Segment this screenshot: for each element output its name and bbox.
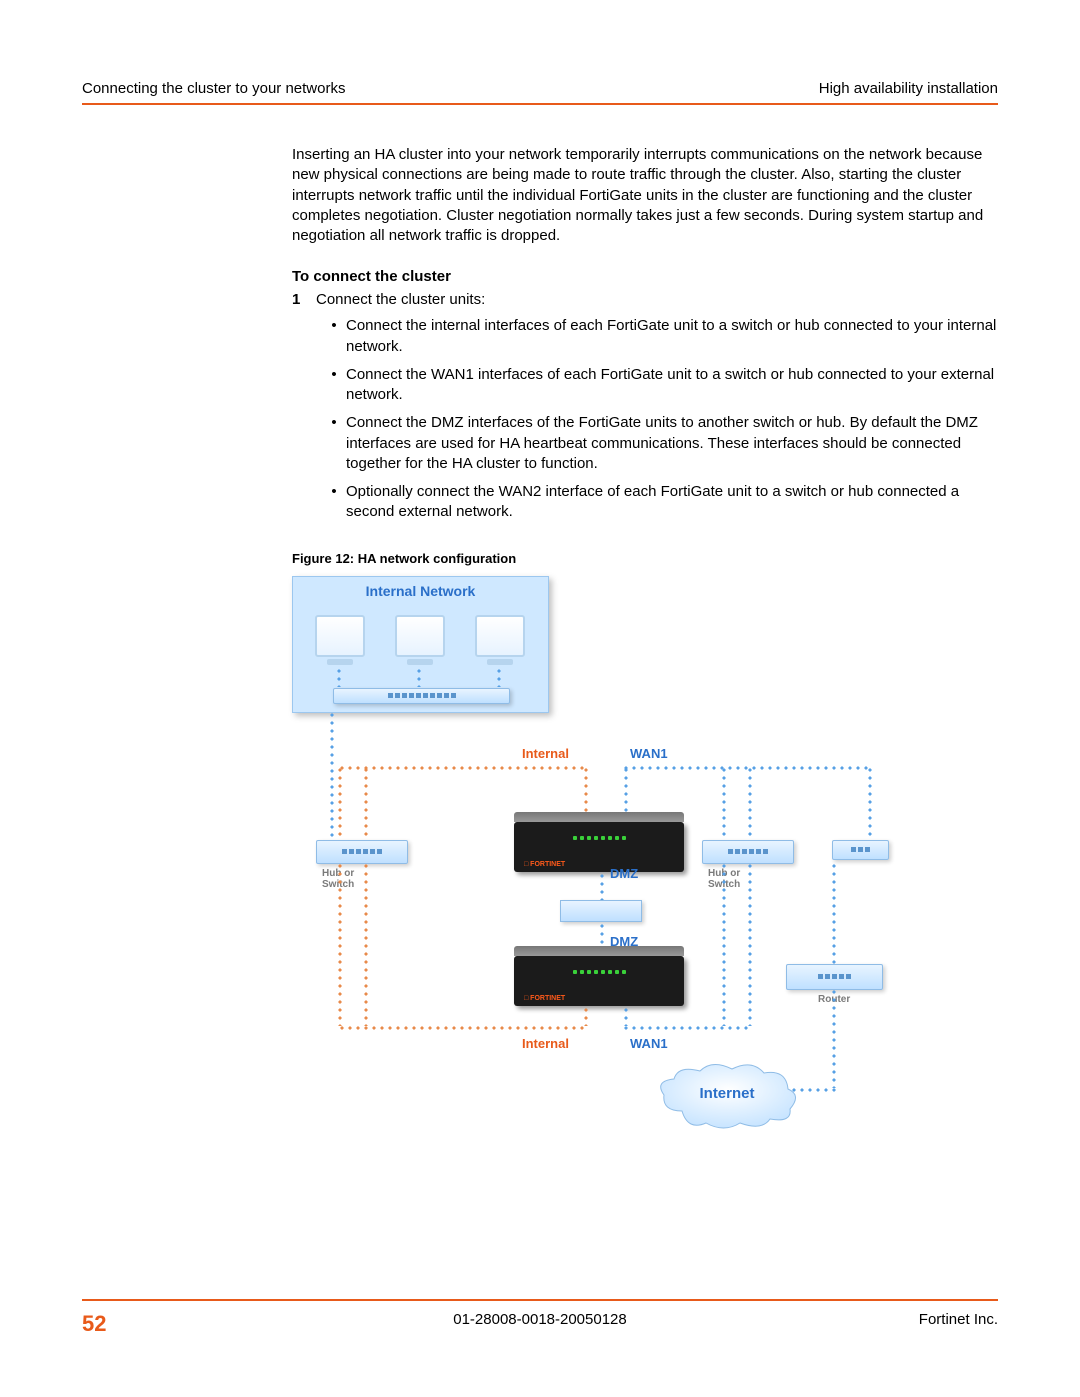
workstation-icon: [395, 615, 445, 657]
conn-line: [364, 766, 368, 842]
conn-line: [748, 766, 752, 842]
conn-line: [832, 988, 836, 1088]
step-text: Connect the cluster units:: [316, 291, 485, 308]
conn-line: [622, 1026, 752, 1030]
workstation-icon: [475, 615, 525, 657]
conn-line: [584, 1006, 588, 1026]
fortigate-unit-bottom: □ FORTINET: [514, 956, 684, 1006]
label-internal-bottom: Internal: [522, 1036, 569, 1051]
bullet-dot: •: [322, 365, 346, 385]
workstation-icon: [315, 615, 365, 657]
conn-line: [722, 862, 726, 1026]
bullet-dot: •: [322, 316, 346, 336]
label-internal-top: Internal: [522, 746, 569, 761]
hub-right-icon: [702, 840, 794, 864]
conn-line: [624, 1006, 628, 1026]
conn-line: [832, 862, 836, 964]
conn-line: [364, 862, 368, 1026]
bullet-dot: •: [322, 413, 346, 433]
hub-left-icon: [316, 840, 408, 864]
conn-line: [497, 667, 501, 687]
figure-caption: Figure 12: HA network configuration: [292, 551, 998, 566]
conn-line: [337, 667, 341, 687]
hub-far-icon: [832, 840, 889, 860]
bullet-text: Connect the internal interfaces of each …: [346, 316, 998, 357]
dmz-hub-icon: [560, 900, 642, 922]
conn-line: [722, 766, 726, 842]
label-dmz-top: DMZ: [610, 866, 638, 881]
conn-line: [338, 1026, 588, 1030]
conn-line: [748, 862, 752, 1026]
label-wan1-bottom: WAN1: [630, 1036, 668, 1051]
bullet-text: Connect the WAN1 interfaces of each Fort…: [346, 365, 998, 406]
conn-line: [330, 711, 334, 841]
internal-hub-icon: [333, 688, 510, 704]
conn-line: [338, 766, 588, 770]
intro-paragraph: Inserting an HA cluster into your networ…: [292, 145, 998, 246]
conn-line: [622, 766, 872, 770]
conn-line: [868, 766, 872, 842]
label-internet: Internet: [652, 1085, 802, 1102]
bullet-text: Optionally connect the WAN2 interface of…: [346, 482, 998, 523]
step-number: 1: [292, 291, 316, 308]
conn-line: [417, 667, 421, 687]
figure-ha-network: Internal Network Internal WAN1: [292, 576, 892, 1146]
internal-network-label: Internal Network: [293, 583, 548, 599]
header-right: High availability installation: [819, 80, 998, 97]
conn-line: [600, 872, 604, 900]
conn-line: [338, 766, 342, 842]
fortigate-unit-top: □ FORTINET: [514, 822, 684, 872]
procedure-heading: To connect the cluster: [292, 268, 998, 285]
bullet-text: Connect the DMZ interfaces of the FortiG…: [346, 413, 998, 474]
internet-cloud-icon: Internet: [652, 1061, 802, 1131]
router-icon: [786, 964, 883, 990]
label-wan1-top: WAN1: [630, 746, 668, 761]
doc-number: 01-28008-0018-20050128: [82, 1311, 998, 1328]
bullet-dot: •: [322, 482, 346, 502]
header-left: Connecting the cluster to your networks: [82, 80, 345, 97]
internal-network-box: Internal Network: [292, 576, 549, 713]
conn-line: [338, 862, 342, 1026]
